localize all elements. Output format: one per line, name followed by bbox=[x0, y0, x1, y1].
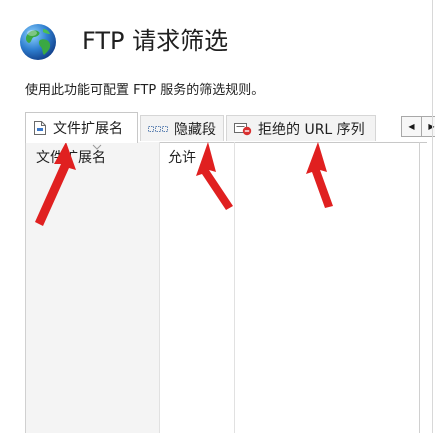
tab-scroll-left-button[interactable]: ◀ bbox=[401, 116, 422, 137]
tab-strip: 文件扩展名 隐藏段 拒绝的 URL 序列 ◀ ▶ bbox=[25, 112, 435, 143]
tab-label: 文件扩展名 bbox=[53, 121, 123, 137]
sort-chevron-icon bbox=[92, 144, 102, 150]
ftp-request-filtering-panel: FTP 请求筛选 使用此功能可配置 FTP 服务的筛选规则。 文件扩展名 隐藏段 bbox=[0, 0, 435, 433]
page-description: 使用此功能可配置 FTP 服务的筛选规则。 bbox=[25, 83, 265, 98]
file-extension-icon bbox=[34, 121, 46, 135]
denied-url-icon bbox=[234, 122, 252, 135]
hidden-segment-icon bbox=[148, 125, 168, 132]
tab-scroll-buttons: ◀ ▶ bbox=[401, 116, 435, 137]
column-header-allowed[interactable]: 允许 bbox=[168, 142, 196, 174]
page-title: FTP 请求筛选 bbox=[82, 27, 229, 55]
rules-list: 文件扩展名 允许 bbox=[25, 142, 420, 433]
tab-label: 隐藏段 bbox=[174, 121, 216, 138]
window-edge bbox=[432, 0, 433, 433]
column-allowed bbox=[160, 142, 235, 433]
column-file-extension bbox=[26, 142, 160, 433]
globe-icon bbox=[20, 24, 56, 60]
tab-file-extensions[interactable]: 文件扩展名 bbox=[25, 112, 138, 143]
tab-denied-url-sequences[interactable]: 拒绝的 URL 序列 bbox=[226, 115, 376, 141]
tab-hidden-segments[interactable]: 隐藏段 bbox=[140, 115, 224, 141]
chevron-left-icon: ◀ bbox=[408, 122, 415, 131]
tab-label: 拒绝的 URL 序列 bbox=[258, 121, 365, 138]
